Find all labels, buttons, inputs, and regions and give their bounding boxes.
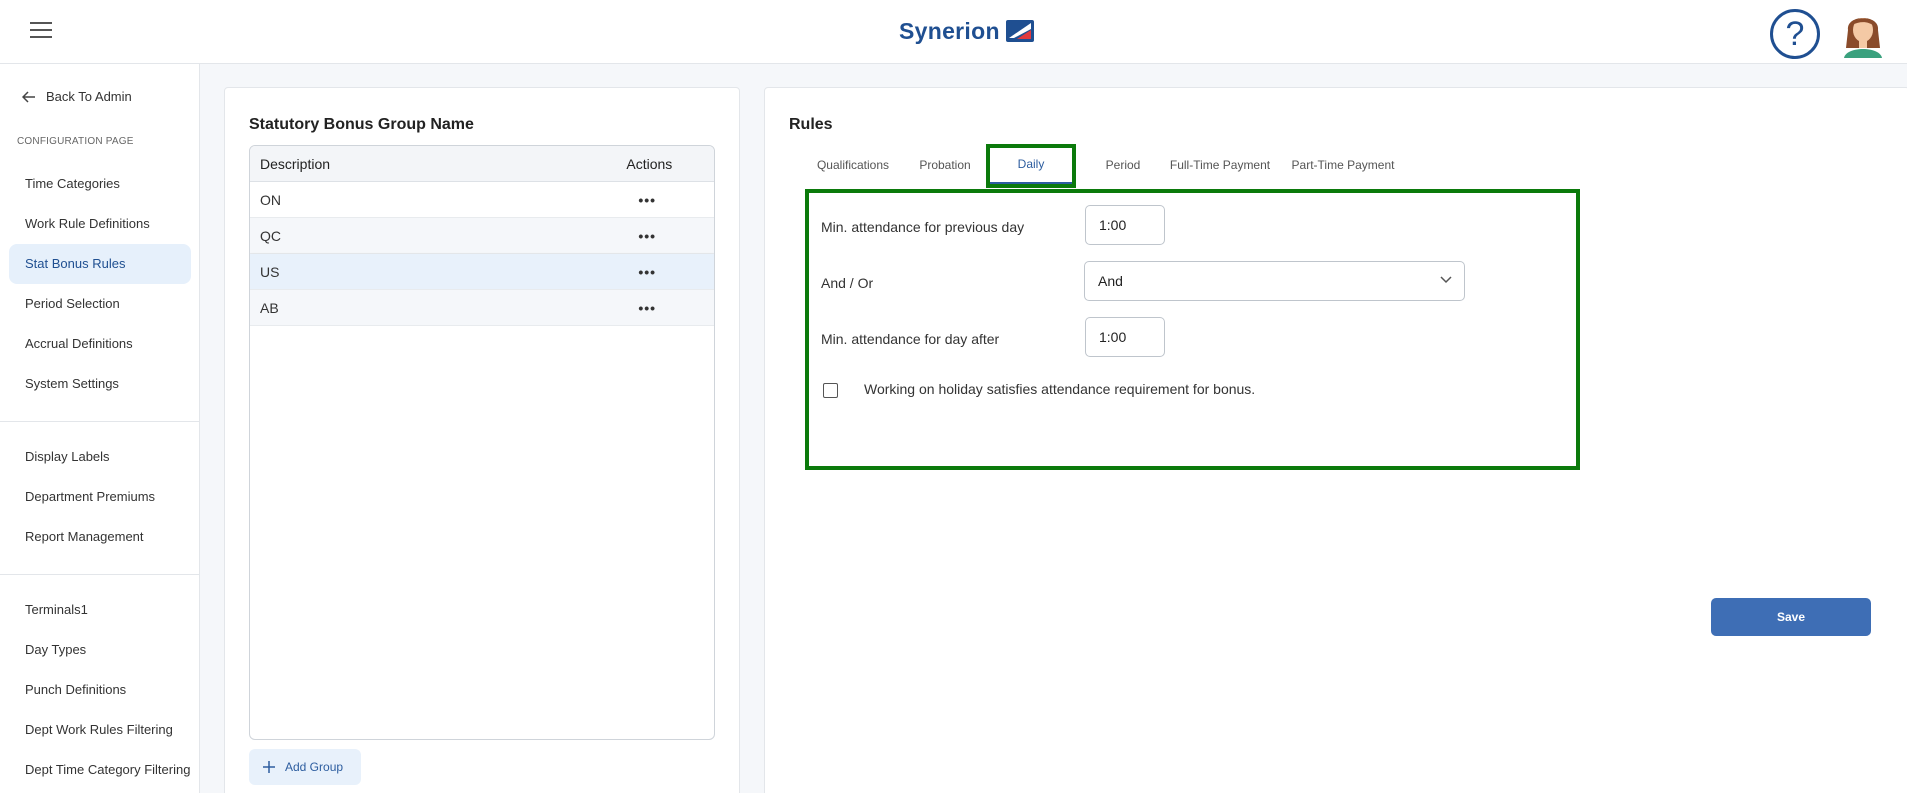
tab-daily[interactable]: Daily <box>986 144 1076 188</box>
sidebar-item-system-settings[interactable]: System Settings <box>9 364 191 404</box>
tab-period[interactable]: Period <box>1085 145 1161 185</box>
rules-panel: Rules Qualifications Probation Daily Per… <box>764 87 1907 793</box>
table-row[interactable]: US ••• <box>250 254 714 290</box>
arrow-left-icon <box>22 90 35 103</box>
sidebar: Back To Admin CONFIGURATION PAGE Time Ca… <box>0 64 200 793</box>
table-header: Description Actions <box>250 146 714 182</box>
row-description: US <box>260 263 280 280</box>
table-row[interactable]: AB ••• <box>250 290 714 326</box>
sidebar-item-accrual-definitions[interactable]: Accrual Definitions <box>9 324 191 364</box>
min-previous-day-label: Min. attendance for previous day <box>821 219 1025 235</box>
tab-part-time-payment[interactable]: Part-Time Payment <box>1278 145 1408 185</box>
top-header: Synerion ? <box>0 0 1907 64</box>
save-button[interactable]: Save <box>1711 598 1871 636</box>
tab-probation[interactable]: Probation <box>905 145 985 185</box>
more-actions-icon[interactable]: ••• <box>626 264 714 280</box>
holiday-attendance-label: Working on holiday satisfies attendance … <box>864 381 1256 397</box>
synerion-flag-logo <box>1005 20 1034 42</box>
user-avatar[interactable] <box>1840 8 1886 58</box>
row-description: ON <box>260 191 281 208</box>
sidebar-item-punch-definitions[interactable]: Punch Definitions <box>9 670 191 710</box>
more-actions-icon[interactable]: ••• <box>626 228 714 244</box>
section-label: CONFIGURATION PAGE <box>17 136 134 147</box>
sidebar-item-time-categories[interactable]: Time Categories <box>9 164 191 204</box>
more-actions-icon[interactable]: ••• <box>626 300 714 316</box>
groups-panel-title: Statutory Bonus Group Name <box>249 116 474 133</box>
add-group-button[interactable]: Add Group <box>249 749 361 785</box>
sidebar-item-day-types[interactable]: Day Types <box>9 630 191 670</box>
row-description: QC <box>260 227 281 244</box>
row-description: AB <box>260 299 279 316</box>
sidebar-item-work-rule-definitions[interactable]: Work Rule Definitions <box>9 204 191 244</box>
hamburger-icon[interactable] <box>30 22 52 40</box>
sidebar-item-department-premiums[interactable]: Department Premiums <box>9 477 191 517</box>
tab-qualifications[interactable]: Qualifications <box>805 145 901 185</box>
groups-panel: Statutory Bonus Group Name Description A… <box>224 87 740 793</box>
table-row[interactable]: QC ••• <box>250 218 714 254</box>
groups-table: Description Actions ON ••• QC ••• US •••… <box>249 145 715 740</box>
help-icon[interactable]: ? <box>1770 9 1820 59</box>
synerion-logo: Synerion <box>899 16 1034 46</box>
sidebar-item-display-labels[interactable]: Display Labels <box>9 437 191 477</box>
sidebar-item-terminals[interactable]: Terminals1 <box>9 590 191 630</box>
back-label: Back To Admin <box>46 89 132 104</box>
add-group-label: Add Group <box>285 760 344 774</box>
min-previous-day-input[interactable]: 1:00 <box>1085 205 1165 245</box>
min-day-after-label: Min. attendance for day after <box>821 331 1000 347</box>
back-to-admin-link[interactable]: Back To Admin <box>22 89 132 104</box>
table-row[interactable]: ON ••• <box>250 182 714 218</box>
holiday-attendance-checkbox[interactable] <box>823 383 838 398</box>
chevron-down-icon <box>1440 276 1452 284</box>
tab-full-time-payment[interactable]: Full-Time Payment <box>1165 145 1275 185</box>
and-or-value: And <box>1098 273 1123 289</box>
column-header-description: Description <box>260 155 331 172</box>
plus-icon <box>263 761 275 773</box>
sidebar-item-stat-bonus-rules[interactable]: Stat Bonus Rules <box>9 244 191 284</box>
sidebar-item-dept-time-category-filtering[interactable]: Dept Time Category Filtering <box>9 750 191 790</box>
rules-panel-title: Rules <box>789 116 833 133</box>
and-or-label: And / Or <box>821 275 874 291</box>
logo-text: Synerion <box>899 17 1000 44</box>
and-or-select[interactable]: And <box>1084 261 1465 301</box>
sidebar-item-report-management[interactable]: Report Management <box>9 517 191 557</box>
sidebar-item-period-selection[interactable]: Period Selection <box>9 284 191 324</box>
column-header-actions: Actions <box>626 155 673 172</box>
more-actions-icon[interactable]: ••• <box>626 192 714 208</box>
sidebar-item-dept-work-rules-filtering[interactable]: Dept Work Rules Filtering <box>9 710 191 750</box>
sidebar-divider <box>0 421 199 422</box>
daily-rules-section: Min. attendance for previous day 1:00 An… <box>805 189 1580 470</box>
min-day-after-input[interactable]: 1:00 <box>1085 317 1165 357</box>
sidebar-divider <box>0 574 199 575</box>
